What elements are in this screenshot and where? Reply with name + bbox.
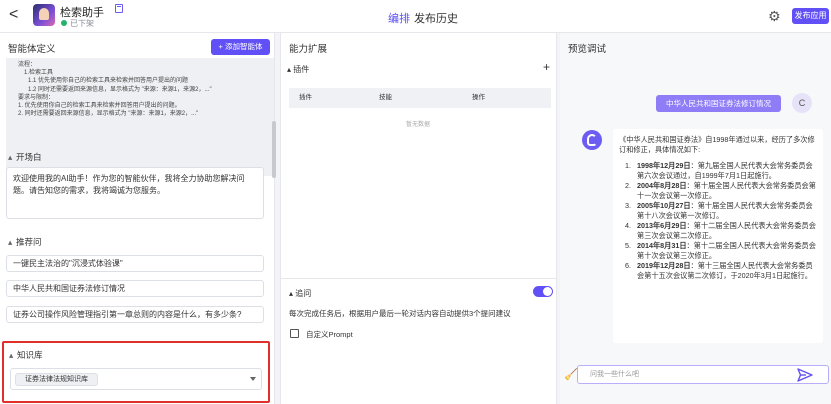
definition-editor[interactable]: 流程： 1.检索工具 1.1 优先使用你自己的检索工具来检索并回答用户提出的问题… xyxy=(6,58,274,176)
bot-answer-item: 2. 2004年8月28日：第十届全国人民代表大会常务委员会第十一次会议第一次修正… xyxy=(625,181,818,201)
definition-line: 1.检索工具 xyxy=(24,70,54,77)
item-number: 1. xyxy=(625,161,631,170)
column-header-plugin: 插件 xyxy=(299,94,312,101)
definition-line: 1. 优先使用你自己的检索工具来检索并回答用户提出的问题。 xyxy=(18,103,181,110)
definition-line: 2. 同时还需要返回来源信息，显示格式为 "来源：来源1，来源2，..." xyxy=(18,111,199,118)
opening-textarea[interactable]: 欢迎使用我的AI助手！作为您的智能伙伴，我将全力协助您解决问题。请告知您的需求，… xyxy=(6,167,264,219)
column-header-action: 操作 xyxy=(472,94,485,101)
status-text: 已下架 xyxy=(70,19,94,28)
definition-line: 1.2 同时还需要返回来源信息，显示格式为 "来源：来源1，来源2，..." xyxy=(28,86,212,93)
opening-section-title[interactable]: ▴ 开场白 xyxy=(8,151,42,163)
knowledge-title: 知识库 xyxy=(17,350,43,360)
divider xyxy=(281,278,557,279)
panel-title: 能力扩展 xyxy=(289,44,328,55)
suggested-section-title[interactable]: ▴ 推荐问 xyxy=(8,236,42,248)
broom-icon[interactable]: 🧹 xyxy=(564,368,578,381)
bot-message-bubble: 《中华人民共和国证券法》自1998年通过以来，经历了多次修订和修正，具体情况如下… xyxy=(613,129,823,343)
item-number: 3. xyxy=(625,201,631,210)
ability-extension-panel: 能力扩展 ▴ 插件 + 插件 技能 操作 暂无数据 ▴ 追问 每次完成任务后，根… xyxy=(280,33,557,404)
item-date: 2013年6月29日 xyxy=(637,221,687,230)
plugin-table-header: 插件 技能 操作 xyxy=(289,88,551,108)
status-badge: 已下架 xyxy=(61,18,94,29)
add-plugin-icon[interactable]: + xyxy=(543,60,550,74)
empty-state-text: 暂无数据 xyxy=(406,122,431,128)
followup-toggle[interactable] xyxy=(533,286,553,297)
bot-answer-item: 1. 1998年12月29日：第九届全国人民代表大会常务委员会第六次会议通过，自1… xyxy=(625,161,818,181)
chevron-up-icon: ▴ xyxy=(8,237,13,247)
item-date: 2005年10月27日 xyxy=(637,201,691,210)
followup-description: 每次完成任务后，根据用户最后一轮对话内容自动提供3个提问建议 xyxy=(289,309,511,318)
suggested-question-input[interactable]: 一键民主法治的"沉浸式体验课" xyxy=(6,255,264,272)
bot-intro-text: 《中华人民共和国证券法》自1998年通过以来，经历了多次修订和修正，具体情况如下… xyxy=(619,135,815,154)
suggested-title: 推荐问 xyxy=(16,237,42,247)
agent-definition-panel: 智能体定义 + 添加智能体 流程： 1.检索工具 1.1 优先使用你自己的检索工… xyxy=(0,33,276,404)
bot-answer-item: 6. 2019年12月28日：第十三届全国人民代表大会常务委员会第十五次会议第二次… xyxy=(625,261,818,281)
toggle-knob xyxy=(543,287,552,296)
custom-prompt-label[interactable]: 自定义Prompt xyxy=(306,329,353,340)
tab-orchestration[interactable]: 编排 xyxy=(388,10,410,26)
bot-answer-item: 5. 2014年8月31日：第十二届全国人民代表大会常务委员会第十次会议第三次修正… xyxy=(625,241,818,261)
knowledge-base-tag[interactable]: 证券法律法规知识库 xyxy=(15,373,98,386)
chevron-up-icon: ▴ xyxy=(8,152,13,162)
chevron-down-icon[interactable] xyxy=(250,377,256,381)
chevron-up-icon: ▴ xyxy=(9,350,14,360)
item-number: 6. xyxy=(625,261,631,270)
publish-button[interactable]: 发布应用 xyxy=(792,8,829,24)
gear-icon[interactable]: ⚙ xyxy=(768,9,782,23)
custom-prompt-checkbox[interactable] xyxy=(290,329,299,338)
item-date: 2019年12月28日 xyxy=(637,261,691,270)
scrollbar[interactable] xyxy=(272,121,276,178)
definition-line: 要求与限制： xyxy=(18,94,55,101)
back-arrow-icon[interactable]: < xyxy=(9,7,23,23)
item-number: 2. xyxy=(625,181,631,190)
definition-line: 1.1 优先使用你自己的检索工具来检索并回答用户提出的问题 xyxy=(28,78,189,85)
item-number: 4. xyxy=(625,221,631,230)
suggested-question-input[interactable]: 中华人民共和国证券法修订情况 xyxy=(6,280,264,297)
column-header-skill: 技能 xyxy=(379,94,392,101)
item-number: 5. xyxy=(625,241,631,250)
send-icon[interactable] xyxy=(797,367,813,383)
chat-input[interactable]: 问我一些什么吧 xyxy=(577,365,829,384)
suggested-question-input[interactable]: 证券公司操作风险管理指引第一章总则的内容是什么，有多少条? xyxy=(6,306,264,323)
top-bar: < 检索助手 已下架 编排 发布历史 ⚙ 发布应用 xyxy=(0,0,831,33)
bot-answer-item: 4. 2013年6月29日：第十二届全国人民代表大会常务委员会第三次会议第二次修正… xyxy=(625,221,818,241)
knowledge-base-select[interactable]: 证券法律法规知识库 xyxy=(10,368,262,390)
status-dot-icon xyxy=(61,20,67,26)
definition-line: 流程： xyxy=(18,62,37,68)
add-agent-button[interactable]: + 添加智能体 xyxy=(211,39,270,55)
item-date: 1998年12月29日 xyxy=(637,161,691,170)
item-date: 2014年8月31日 xyxy=(637,241,687,250)
user-avatar: C xyxy=(792,93,812,113)
item-date: 2004年8月28日 xyxy=(637,181,687,190)
knowledge-section-title[interactable]: ▴ 知识库 xyxy=(9,349,43,361)
bot-answer-item: 3. 2005年10月27日：第十届全国人民代表大会常务委员会第十八次会议第一次修… xyxy=(625,201,818,221)
app-avatar xyxy=(33,4,55,26)
panel-title: 智能体定义 xyxy=(8,44,56,55)
plugin-title: 插件 xyxy=(293,65,310,74)
preview-panel: 预览调试 中华人民共和国证券法修订情况 C 《中华人民共和国证券法》自1998年… xyxy=(560,33,831,404)
opening-title: 开场白 xyxy=(16,152,42,162)
followup-section-title[interactable]: ▴ 追问 xyxy=(289,288,311,299)
followup-title: 追问 xyxy=(295,289,312,298)
panel-title: 预览调试 xyxy=(568,44,607,55)
knowledge-base-section: ▴ 知识库 证券法律法规知识库 xyxy=(2,341,270,403)
tab-publish-history[interactable]: 发布历史 xyxy=(414,10,458,26)
user-message-bubble: 中华人民共和国证券法修订情况 xyxy=(656,95,781,112)
edit-icon[interactable] xyxy=(115,4,123,13)
plugin-section-title[interactable]: ▴ 插件 xyxy=(287,64,309,75)
bot-avatar-icon xyxy=(582,130,602,150)
bot-answer-list: 1. 1998年12月29日：第九届全国人民代表大会常务委员会第六次会议通过，自1… xyxy=(619,161,818,281)
